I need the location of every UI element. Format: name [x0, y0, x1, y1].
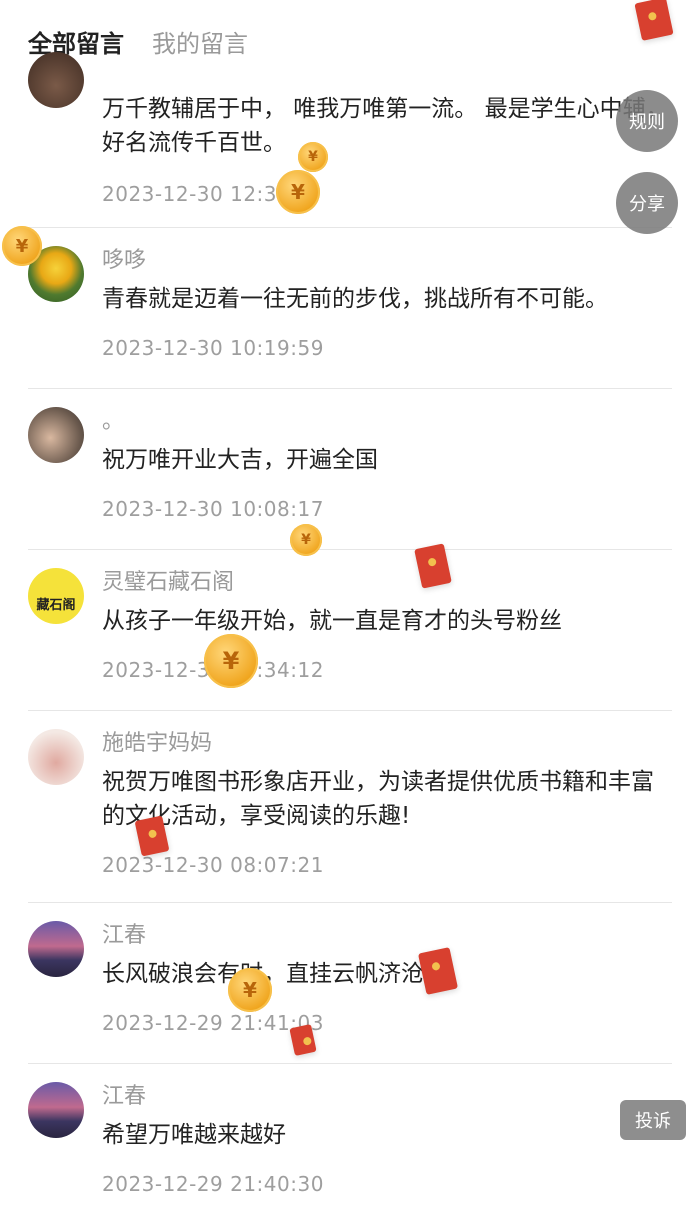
commenter-name: 哆哆 [102, 248, 147, 273]
comment-content: 祝万唯开业大吉，开遍全国 [102, 447, 378, 473]
comment-item: 藏石阁 灵璧石藏石阁 从孩子一年级开始，就一直是育才的头号粉丝 2023-12-… [28, 550, 672, 711]
commenter-name: 灵璧石藏石阁 [102, 570, 235, 595]
comment-item: 。 祝万唯开业大吉，开遍全国 2023-12-30 10:08:17 [28, 389, 672, 550]
rules-button[interactable]: 规则 [616, 90, 678, 152]
comment-content: 从孩子一年级开始，就一直是育才的头号粉丝 [102, 608, 562, 634]
comment-time: 2023-12-30 10:19:59 [102, 336, 324, 360]
tab-my-comments[interactable]: 我的留言 [152, 26, 248, 62]
commenter-name: 江春 [102, 923, 147, 948]
red-envelope-icon [634, 0, 674, 41]
comment-item: 江春 希望万唯越来越好 2023-12-29 21:40:30 [28, 1064, 672, 1214]
commenter-name: 施皓宇妈妈 [102, 731, 213, 756]
avatar [28, 52, 84, 108]
comment-content: 青春就是迈着一往无前的步伐，挑战所有不可能。 [102, 286, 608, 312]
comment-content: 长风破浪会有时，直挂云帆济沧海 [102, 961, 447, 987]
comment-time: 2023-12-29 21:41:03 [102, 1011, 324, 1035]
comment-content: 万千教辅居于中， 唯我万唯第一流。 最是学生心中辅， 好名流传千百世。 [102, 96, 669, 156]
avatar [28, 921, 84, 977]
comment-time: 2023-12-30 09:34:12 [102, 658, 324, 682]
commenter-name: 。 [102, 409, 125, 434]
avatar [28, 407, 84, 463]
comment-content: 希望万唯越来越好 [102, 1122, 286, 1148]
avatar-logo-text: 藏石阁 [36, 597, 76, 613]
comment-time: 2023-12-30 12:30 [102, 182, 291, 206]
comment-item: 施皓宇妈妈 祝贺万唯图书形象店开业，为读者提供优质书籍和丰富的文化活动，享受阅读… [28, 711, 672, 903]
comment-item: 江春 长风破浪会有时，直挂云帆济沧海 2023-12-29 21:41:03 [28, 903, 672, 1064]
coin-icon: ¥ [298, 142, 328, 172]
coin-icon: ¥ [276, 170, 320, 214]
avatar [28, 729, 84, 785]
comment-time: 2023-12-30 08:07:21 [102, 853, 324, 877]
comment-time: 2023-12-30 10:08:17 [102, 497, 324, 521]
share-button[interactable]: 分享 [616, 172, 678, 234]
complain-button[interactable]: 投诉 [620, 1100, 686, 1140]
coin-icon: ¥ [204, 634, 258, 688]
avatar [28, 1082, 84, 1138]
comment-time: 2023-12-29 21:40:30 [102, 1172, 324, 1196]
avatar: 藏石阁 [28, 568, 84, 624]
coin-icon: ¥ [2, 226, 42, 266]
coin-icon: ¥ [228, 968, 272, 1012]
coin-icon: ¥ [290, 524, 322, 556]
commenter-name: 江春 [102, 1084, 147, 1109]
comment-content: 祝贺万唯图书形象店开业，为读者提供优质书籍和丰富的文化活动，享受阅读的乐趣! [102, 769, 654, 829]
comment-item: 哆哆 青春就是迈着一往无前的步伐，挑战所有不可能。 2023-12-30 10:… [28, 228, 672, 389]
comment-item: 万千教辅居于中， 唯我万唯第一流。 最是学生心中辅， 好名流传千百世。 2023… [28, 52, 672, 228]
